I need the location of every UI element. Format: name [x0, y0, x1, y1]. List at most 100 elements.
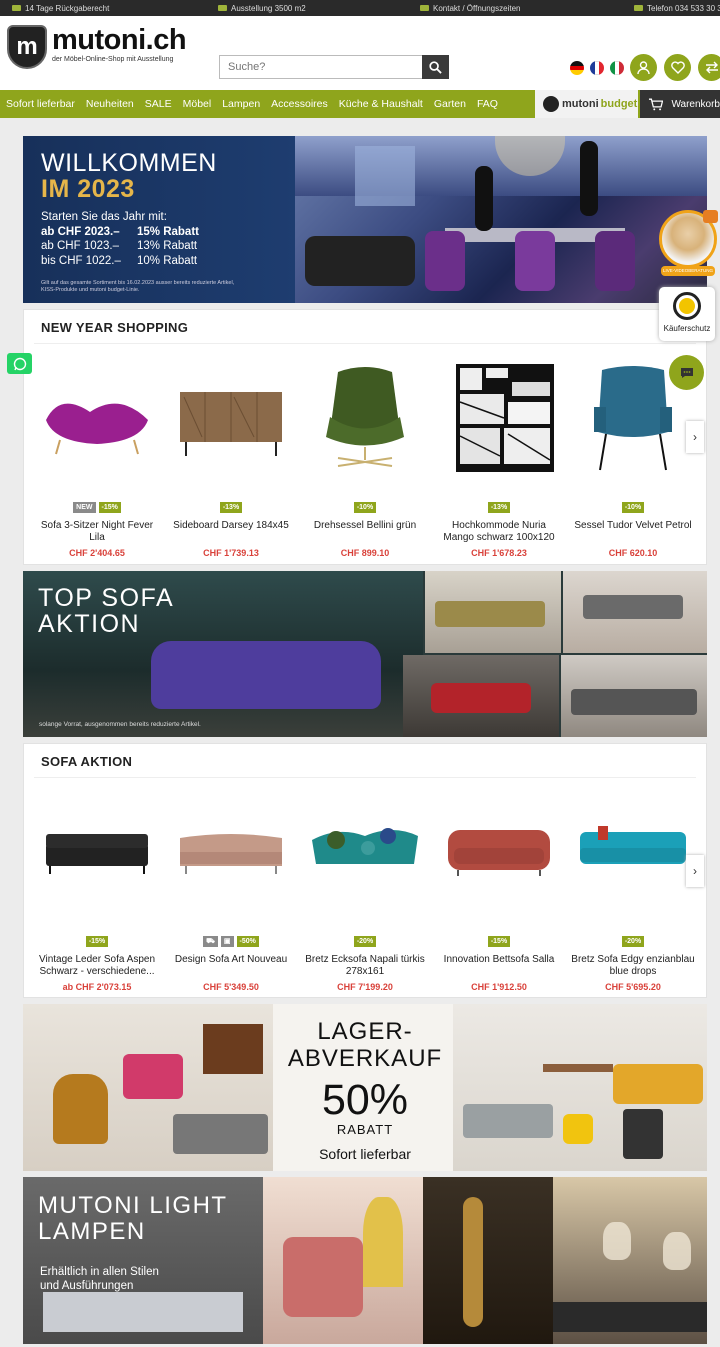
badge: -10%	[621, 502, 645, 513]
trusted-shops-icon	[673, 292, 701, 320]
phone-link[interactable]: Telefon 034 533 30 30	[634, 4, 720, 13]
chat-icon	[680, 367, 693, 378]
nav-item-accessoires[interactable]: Accessoires	[271, 98, 328, 110]
product-price: CHF 1'678.23	[471, 548, 527, 558]
section-title: NEW YEAR SHOPPING	[41, 320, 189, 335]
mutoni-budget-link[interactable]: mutoni budget	[535, 90, 638, 118]
product-card[interactable]: -13% Sideboard Darsey 184x45 CHF 1'739.1…	[168, 362, 294, 562]
flag-fr-icon[interactable]	[590, 61, 604, 75]
nav-item-neuheiten[interactable]: Neuheiten	[86, 98, 134, 110]
sofa-banner-heading: TOP SOFA AKTION	[38, 584, 175, 638]
badge: -20%	[621, 936, 645, 947]
product-card[interactable]: ⛟ ▣ -50% Design Sofa Art Nouveau CHF 5'349…	[168, 796, 294, 996]
new-year-section: NEW YEAR SHOPPING NEW -15% Sofa 3-Sitzer …	[23, 309, 707, 565]
live-video-consult[interactable]: LIVE-VIDEOBERATUNG	[658, 210, 718, 278]
brand-tagline: der Möbel-Online-Shop mit Ausstellung	[52, 56, 174, 63]
badge: -13%	[219, 502, 243, 513]
badge: NEW	[73, 502, 96, 513]
product-price: CHF 899.10	[340, 548, 390, 558]
badge-delivery-icon: ⛟	[203, 936, 218, 947]
carousel-next-button[interactable]: ›	[686, 855, 704, 887]
sofa-banner-note: solange Vorrat, ausgenommen bereits redu…	[39, 721, 201, 728]
product-image	[580, 826, 686, 864]
trust-label: Käuferschutz	[663, 324, 711, 333]
chat-button[interactable]	[669, 355, 704, 390]
badge: -15%	[85, 936, 109, 947]
search-button[interactable]	[422, 55, 449, 79]
product-card[interactable]: -20% Bretz Sofa Edgy enzianblau blue dro…	[570, 796, 696, 996]
lamp-banner-heading: MUTONI LIGHT LAMPEN	[38, 1192, 228, 1245]
nav-item-lampen[interactable]: Lampen	[222, 98, 260, 110]
mutoni-light-banner[interactable]: MUTONI LIGHT LAMPEN Erhältlich in allen S…	[23, 1177, 707, 1344]
compare-button[interactable]	[698, 54, 720, 81]
flag-it-icon[interactable]	[610, 61, 624, 75]
badge: -20%	[353, 936, 377, 947]
product-card[interactable]: -10% Drehsessel Bellini grün CHF 899.10	[302, 362, 428, 562]
main-nav: Sofort lieferbar Neuheiten SALE Möbel La…	[0, 90, 720, 118]
hero-banner[interactable]: WILLKOMMEN IM 2023 Starten Sie das Jahr m…	[23, 136, 707, 303]
contact-link[interactable]: Kontakt / Öffnungszeiten	[420, 4, 520, 13]
nav-item-garten[interactable]: Garten	[434, 98, 466, 110]
product-image	[180, 392, 282, 456]
lamp-photo-3	[423, 1177, 553, 1344]
top-sofa-banner[interactable]: TOP SOFA AKTION solange Vorrat, ausgenomm…	[23, 571, 707, 737]
chevron-right-icon: ›	[693, 864, 697, 878]
logo[interactable]: m mutoni.ch der Möbel-Online-Shop mit Au…	[7, 24, 187, 69]
compare-arrows-icon	[705, 61, 718, 74]
nav-item-sofort-lieferbar[interactable]: Sofort lieferbar	[6, 98, 75, 110]
badge: -15%	[487, 936, 511, 947]
sofa-tile-3	[403, 655, 559, 737]
product-price: CHF 7'199.20	[337, 982, 393, 992]
product-price: CHF 5'695.20	[605, 982, 661, 992]
wishlist-button[interactable]	[664, 54, 691, 81]
lager-abverkauf-banner[interactable]: LAGER- ABVERKAUF 50% RABATT Sofort liefe…	[23, 1004, 707, 1171]
flag-de-icon[interactable]	[570, 61, 584, 75]
badge: -10%	[353, 502, 377, 513]
badge: -15%	[98, 502, 121, 513]
product-card[interactable]: NEW -15% Sofa 3-Sitzer Night Fever Lila C…	[34, 362, 160, 562]
exhibition-info[interactable]: Ausstellung 3500 m2	[218, 4, 306, 13]
brand-name: mutoni.ch	[52, 24, 187, 56]
whatsapp-button[interactable]	[7, 353, 32, 374]
lamp-banner-sub: Erhältlich in allen Stilen und Ausführung…	[40, 1266, 159, 1292]
lager-text: LAGER- ABVERKAUF 50% RABATT Sofort liefe…	[287, 1018, 443, 1162]
language-switcher	[570, 61, 624, 75]
product-image	[326, 367, 404, 467]
cart-button[interactable]: Warenkorb	[640, 90, 720, 118]
live-label: LIVE-VIDEOBERATUNG	[661, 266, 715, 276]
badge: -50%	[236, 936, 259, 947]
badge-stock-icon: ▣	[220, 936, 234, 947]
account-button[interactable]	[630, 54, 657, 81]
product-card[interactable]: -20% Bretz Ecksofa Napali türkis 278x161…	[302, 796, 428, 996]
product-card[interactable]: -15% Innovation Bettsofa Salla CHF 1'912…	[436, 796, 562, 996]
hero-fineprint: Gilt auf das gesamte Sortiment bis 16.02…	[41, 280, 235, 293]
product-name: Sideboard Darsey 184x45	[173, 520, 289, 531]
trusted-shops-badge[interactable]: Käuferschutz	[659, 287, 715, 341]
lamp-photo-4	[553, 1177, 707, 1344]
product-name: Hochkommode Nuria Mango schwarz 100x120	[443, 520, 555, 543]
nav-item-kueche-haushalt[interactable]: Küche & Haushalt	[339, 98, 423, 110]
nav-item-sale[interactable]: SALE	[145, 98, 172, 110]
product-image	[46, 403, 148, 455]
lamp-photo-2	[263, 1177, 423, 1344]
product-image	[180, 834, 282, 874]
product-card[interactable]: -15% Vintage Leder Sofa Aspen Schwarz - …	[34, 796, 160, 996]
product-name: Bretz Ecksofa Napali türkis 278x161	[305, 954, 425, 977]
carousel-next-button[interactable]: ›	[686, 421, 704, 453]
nav-item-moebel[interactable]: Möbel	[183, 98, 212, 110]
check-icon	[12, 5, 21, 11]
search-input[interactable]	[219, 55, 422, 79]
whatsapp-icon	[13, 357, 26, 370]
product-name: Drehsessel Bellini grün	[313, 520, 417, 531]
product-price: CHF 5'349.50	[203, 982, 259, 992]
logo-mark: m	[7, 25, 47, 69]
hero-offer: Starten Sie das Jahr mit: ab CHF 2023.– 1…	[41, 211, 199, 267]
search-box	[219, 55, 449, 79]
nav-item-faq[interactable]: FAQ	[477, 98, 498, 110]
product-name: Vintage Leder Sofa Aspen Schwarz - versc…	[38, 954, 156, 977]
product-card[interactable]: -13% Hochkommode Nuria Mango schwarz 100…	[436, 362, 562, 562]
sofa-tile-2	[563, 571, 707, 653]
product-card[interactable]: -10% Sessel Tudor Velvet Petrol CHF 620.…	[570, 362, 696, 562]
header: m mutoni.ch der Möbel-Online-Shop mit Au…	[0, 16, 720, 90]
badge: -13%	[487, 502, 511, 513]
